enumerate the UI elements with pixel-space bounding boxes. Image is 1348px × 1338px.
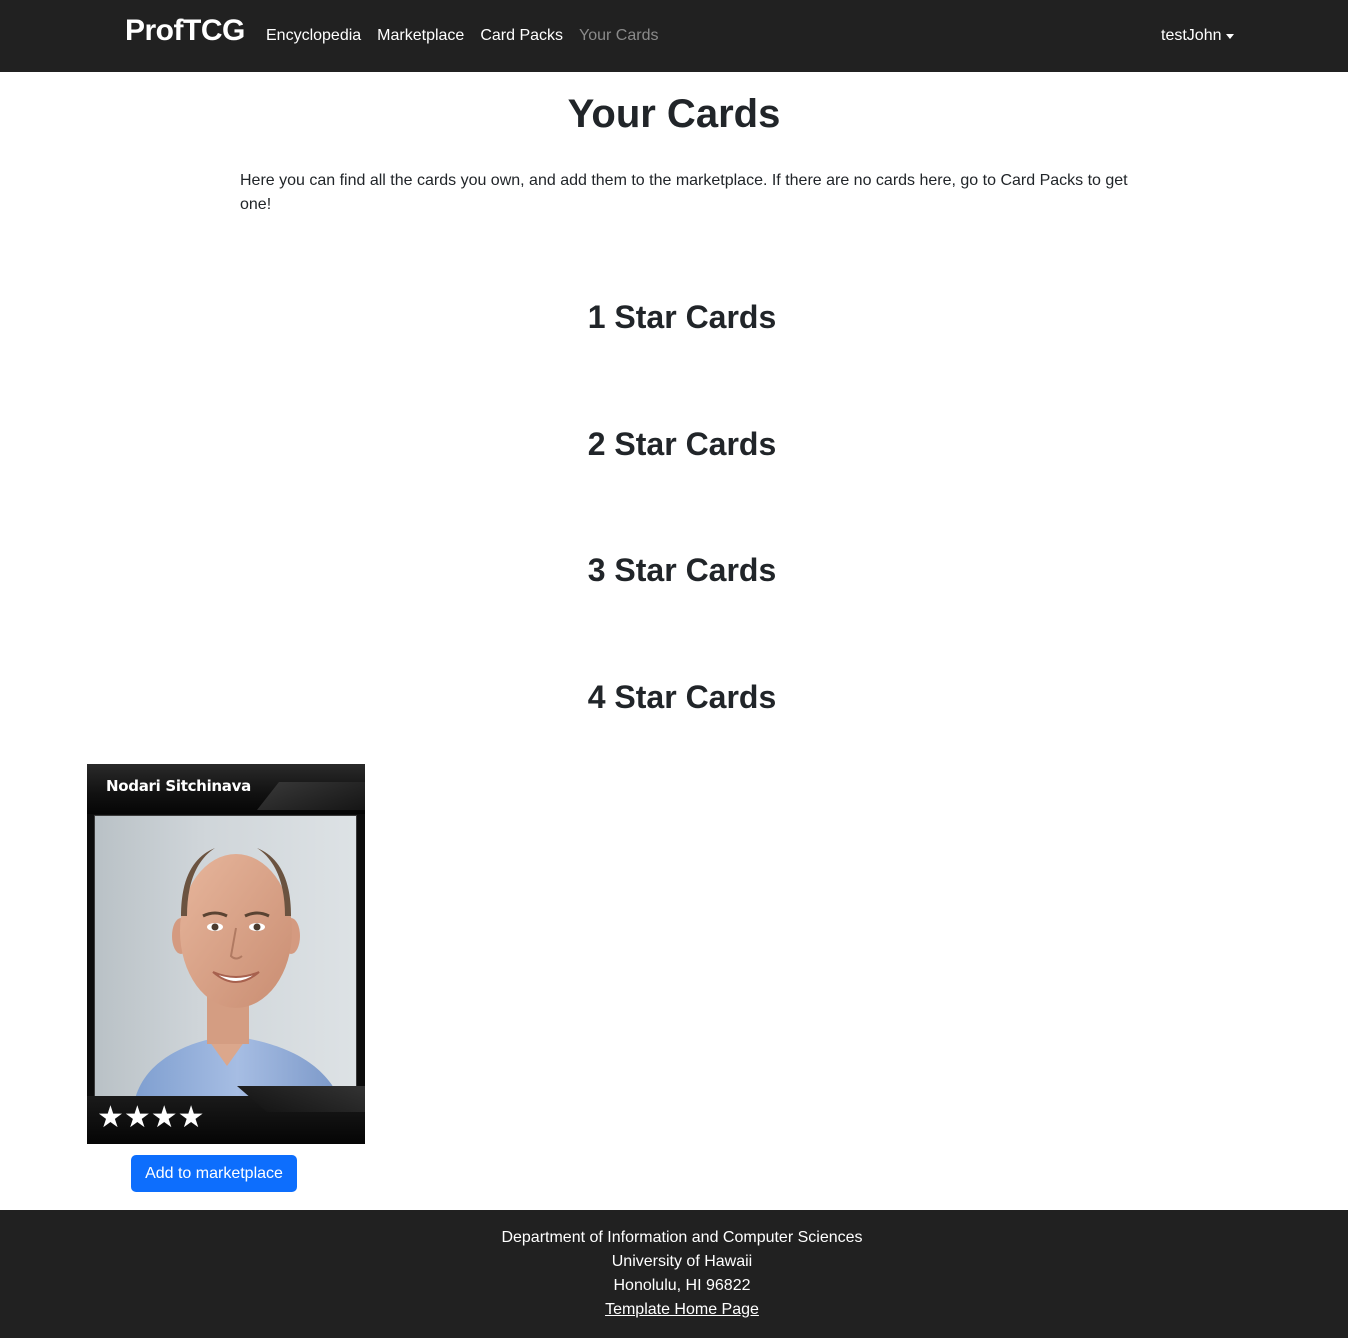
brand-logo[interactable]: ProfTCG xyxy=(125,14,245,48)
user-name: testJohn xyxy=(1161,27,1222,44)
nav-link-marketplace[interactable]: Marketplace xyxy=(377,26,464,46)
section-heading-2-star: 2 Star Cards xyxy=(587,426,777,462)
caret-down-icon xyxy=(1226,33,1235,39)
section-heading-1-star: 1 Star Cards xyxy=(587,299,777,335)
footer-address: Honolulu, HI 96822 xyxy=(613,1277,751,1294)
add-to-marketplace-button[interactable]: Add to marketplace xyxy=(131,1155,297,1192)
template-home-link[interactable]: Template Home Page xyxy=(605,1301,759,1318)
nav-links: Encyclopedia Marketplace Card Packs Your… xyxy=(266,26,674,46)
page-title: Your Cards xyxy=(567,92,781,136)
professor-card: Nodari Sitchinava ★★★★ xyxy=(87,764,365,1144)
footer-university: University of Hawaii xyxy=(611,1253,753,1270)
nav-link-your-cards[interactable]: Your Cards xyxy=(579,26,658,46)
section-heading-3-star: 3 Star Cards xyxy=(587,552,777,588)
intro-text: Here you can find all the cards you own,… xyxy=(240,172,1128,213)
portrait-illustration xyxy=(135,848,339,1097)
nav-link-encyclopedia[interactable]: Encyclopedia xyxy=(266,26,361,46)
card-portrait-image xyxy=(94,815,357,1098)
user-dropdown-toggle[interactable]: testJohn xyxy=(1161,26,1235,46)
top-navbar: ProfTCG Encyclopedia Marketplace Card Pa… xyxy=(0,0,1348,72)
star-rating-icon: ★★★★ xyxy=(97,1100,205,1135)
nav-link-card-packs[interactable]: Card Packs xyxy=(480,26,563,46)
footer: Department of Information and Computer S… xyxy=(0,1210,1348,1338)
section-heading-4-star: 4 Star Cards xyxy=(587,679,777,715)
card-name: Nodari Sitchinava xyxy=(106,777,251,795)
footer-department: Department of Information and Computer S… xyxy=(501,1229,863,1246)
